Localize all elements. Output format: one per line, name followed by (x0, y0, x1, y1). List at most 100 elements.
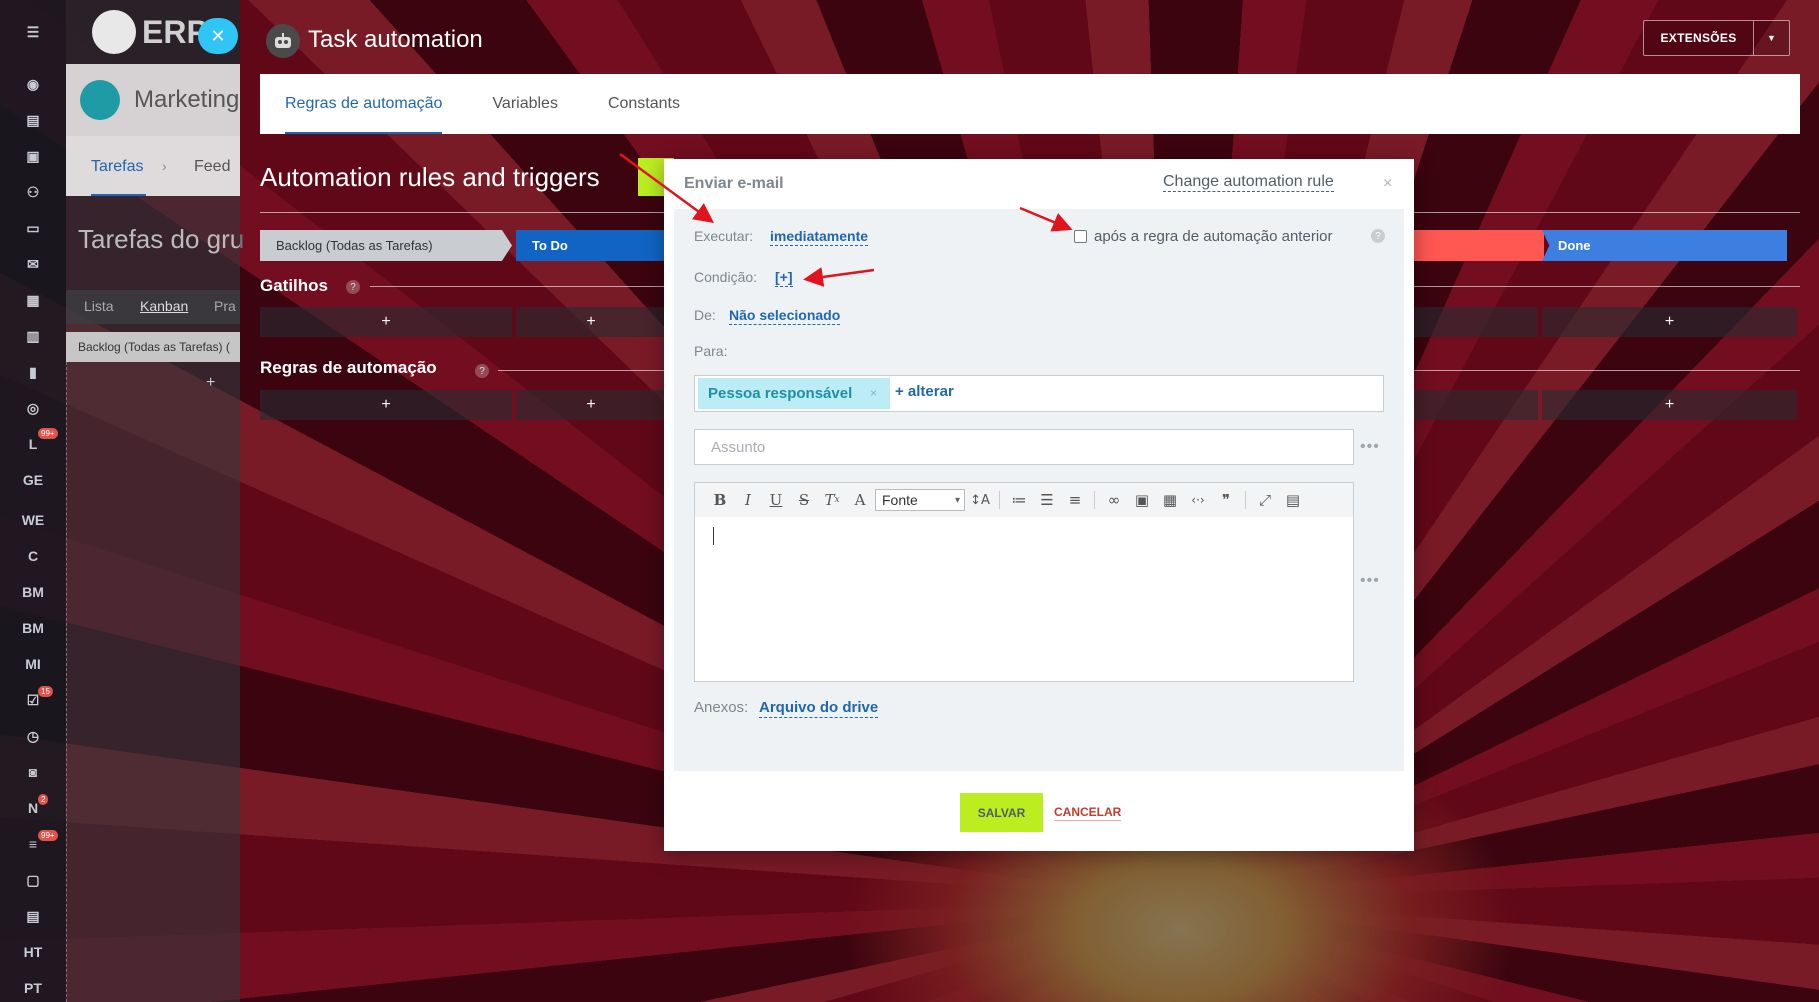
app-page (66, 64, 240, 1002)
add-trigger-button[interactable] (1408, 307, 1538, 337)
chat-icon[interactable]: ▣ (0, 142, 66, 170)
target-icon[interactable]: ◎ (0, 394, 66, 422)
window-icon[interactable]: ▢ (0, 866, 66, 894)
to-label: Para: (694, 343, 728, 359)
drive-file-link[interactable]: Arquivo do drive (759, 699, 879, 718)
help-icon[interactable]: ? (1371, 229, 1385, 243)
save-button[interactable]: SALVAR (960, 793, 1043, 832)
group-icon[interactable]: ⚇ (0, 178, 66, 206)
help-icon[interactable]: ? (346, 280, 360, 294)
remove-recipient-icon[interactable]: × (870, 386, 877, 400)
image-icon[interactable]: ▣ (1129, 487, 1155, 513)
tasks-icon[interactable]: ☑ (0, 686, 66, 714)
source-mode-icon[interactable]: ▤ (1280, 487, 1306, 513)
link-icon[interactable]: ∞ (1101, 487, 1127, 513)
panel-tabs: Regras de automação Variables Constants (260, 74, 1800, 134)
stage-unnamed (1408, 230, 1544, 261)
add-rule-button[interactable]: + (1542, 390, 1797, 420)
stage-done: Done (1542, 230, 1787, 261)
stream-icon[interactable]: ◉ (0, 70, 66, 98)
more-options-icon[interactable]: ••• (1360, 438, 1380, 456)
document-icon[interactable]: ▥ (0, 322, 66, 350)
sidebar-item-ht[interactable]: HT (0, 938, 66, 966)
help-icon[interactable]: ? (475, 364, 489, 378)
stage-todo: To Do (516, 230, 666, 261)
dialog-header: Enviar e-mail Change automation rule × (664, 159, 1414, 209)
from-label: De: (694, 307, 716, 323)
sidebar-item-mi[interactable]: MI (0, 650, 66, 678)
from-link[interactable]: Não selecionado (729, 307, 841, 325)
logo-icon (92, 10, 136, 54)
tab-variables[interactable]: Variables (467, 74, 583, 134)
app-page-title: Marketing (134, 86, 240, 113)
align-icon[interactable]: ≡ (1062, 487, 1088, 513)
extensions-label[interactable]: EXTENSÕES (1644, 21, 1754, 55)
sidebar-item-bm[interactable]: BM (0, 578, 66, 606)
add-condition-link[interactable]: [+] (775, 269, 793, 287)
feed-icon[interactable]: ▤ (0, 106, 66, 134)
badge: 99+ (38, 428, 58, 439)
view-list[interactable]: Lista (84, 298, 114, 314)
clear-format-icon[interactable]: Tx (819, 487, 845, 513)
close-panel-button[interactable]: ✕ (198, 18, 238, 54)
robot-icon[interactable]: ◙ (0, 758, 66, 786)
chart-icon[interactable]: ▮ (0, 358, 66, 386)
calendar-icon[interactable]: ▦ (0, 286, 66, 314)
menu-icon[interactable]: ☰ (0, 18, 66, 46)
quote-icon[interactable]: ❞ (1213, 487, 1239, 513)
view-kanban[interactable]: Kanban (140, 298, 188, 314)
execute-link[interactable]: imediatamente (770, 228, 869, 246)
italic-icon[interactable]: I (735, 487, 761, 513)
add-rule-button[interactable] (1408, 390, 1538, 420)
badge: 15 (38, 686, 53, 697)
after-previous-checkbox[interactable] (1074, 230, 1087, 243)
app-subtitle: Tarefas do gru (78, 224, 245, 254)
clock-icon[interactable]: ◷ (0, 722, 66, 750)
change-rule-link[interactable]: Change automation rule (1163, 173, 1334, 192)
view-planner[interactable]: Pra (214, 298, 236, 314)
add-trigger-button[interactable]: + (516, 307, 666, 337)
fullscreen-icon[interactable]: ⤢ (1252, 487, 1278, 513)
sidebar-item-pt[interactable]: PT (0, 974, 66, 1002)
strikethrough-icon[interactable]: S (791, 487, 817, 513)
tab-automation-rules[interactable]: Regras de automação (260, 74, 467, 134)
id-card-icon[interactable]: ▤ (0, 902, 66, 930)
after-previous-label[interactable]: após a regra de automação anterior (1094, 228, 1332, 245)
bullet-list-icon[interactable]: ☰ (1034, 487, 1060, 513)
sidebar-item-c[interactable]: C (0, 542, 66, 570)
more-options-icon[interactable]: ••• (1360, 572, 1380, 590)
drive-icon[interactable]: ▭ (0, 214, 66, 242)
underline-icon[interactable]: U (763, 487, 789, 513)
sidebar-item-we[interactable]: WE (0, 506, 66, 534)
alter-recipient-link[interactable]: + alterar (895, 383, 954, 400)
font-select[interactable]: Fonte (875, 489, 965, 511)
add-rule-button[interactable]: + (260, 390, 512, 420)
message-editor[interactable]: B I U S Tx A Fonte ↕A ≔ ☰ ≡ ∞ ▣ ▦ ‹·› ❞ … (694, 482, 1354, 682)
app-tab-tarefas[interactable]: Tarefas (91, 158, 143, 176)
add-trigger-button[interactable]: + (260, 307, 512, 337)
code-icon[interactable]: ‹·› (1185, 487, 1211, 513)
add-trigger-button[interactable]: + (1542, 307, 1797, 337)
chevron-down-icon[interactable]: ▼ (1754, 21, 1789, 55)
add-rule-button[interactable]: + (516, 390, 666, 420)
sidebar-item-bm-2[interactable]: BM (0, 614, 66, 642)
subject-input[interactable] (694, 429, 1354, 465)
numbered-list-icon[interactable]: ≔ (1006, 487, 1032, 513)
extensions-button[interactable]: EXTENSÕES ▼ (1643, 20, 1790, 56)
stage-backlog: Backlog (Todas as Tarefas) (260, 230, 512, 261)
bold-icon[interactable]: B (707, 487, 733, 513)
close-icon[interactable]: × (1383, 175, 1392, 193)
tab-constants[interactable]: Constants (583, 74, 705, 134)
rules-label: Regras de automação (260, 358, 437, 377)
mail-icon[interactable]: ✉ (0, 250, 66, 278)
cancel-button[interactable]: CANCELAR (1054, 804, 1122, 821)
add-task-button[interactable]: + (206, 374, 215, 392)
sidebar-item-ge[interactable]: GE (0, 466, 66, 494)
group-avatar (80, 80, 120, 120)
font-size-icon[interactable]: ↕A (967, 487, 993, 513)
text-color-icon[interactable]: A (847, 487, 873, 513)
app-tab-feed[interactable]: Feed (194, 158, 230, 176)
table-icon[interactable]: ▦ (1157, 487, 1183, 513)
chevron-right-icon: › (162, 158, 167, 174)
sidebar-item-n[interactable]: N (0, 794, 66, 822)
